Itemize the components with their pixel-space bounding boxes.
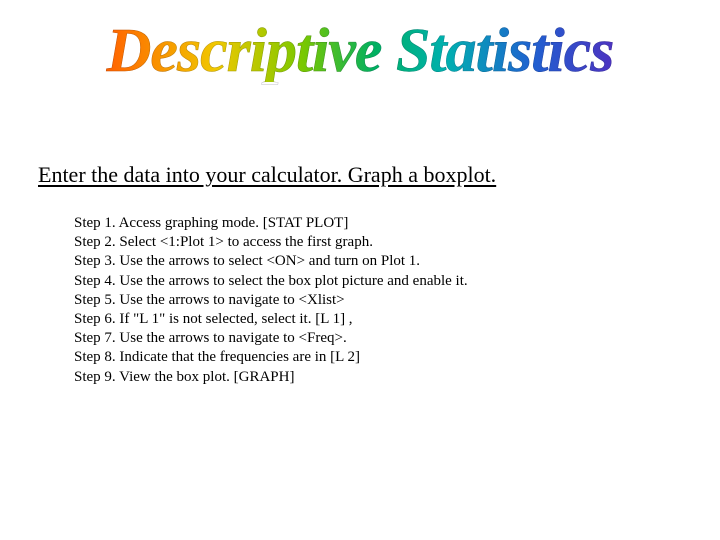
- step-item: Step 8. Indicate that the frequencies ar…: [74, 348, 674, 367]
- step-item: Step 2. Select <1:Plot 1> to access the …: [74, 233, 674, 252]
- instruction-heading: Enter the data into your calculator. Gra…: [38, 162, 682, 188]
- step-item: Step 3. Use the arrows to select <ON> an…: [74, 252, 674, 271]
- step-item: Step 4. Use the arrows to select the box…: [74, 272, 674, 291]
- steps-list: Step 1. Access graphing mode. [STAT PLOT…: [74, 214, 674, 387]
- step-item: Step 5. Use the arrows to navigate to <X…: [74, 291, 674, 310]
- slide: Descriptive Statistics Enter the data in…: [0, 0, 720, 540]
- page-title: Descriptive Statistics: [0, 20, 720, 82]
- step-item: Step 7. Use the arrows to navigate to <F…: [74, 329, 674, 348]
- step-item: Step 9. View the box plot. [GRAPH]: [74, 368, 674, 387]
- step-item: Step 6. If "L 1" is not selected, select…: [74, 310, 674, 329]
- step-item: Step 1. Access graphing mode. [STAT PLOT…: [74, 214, 674, 233]
